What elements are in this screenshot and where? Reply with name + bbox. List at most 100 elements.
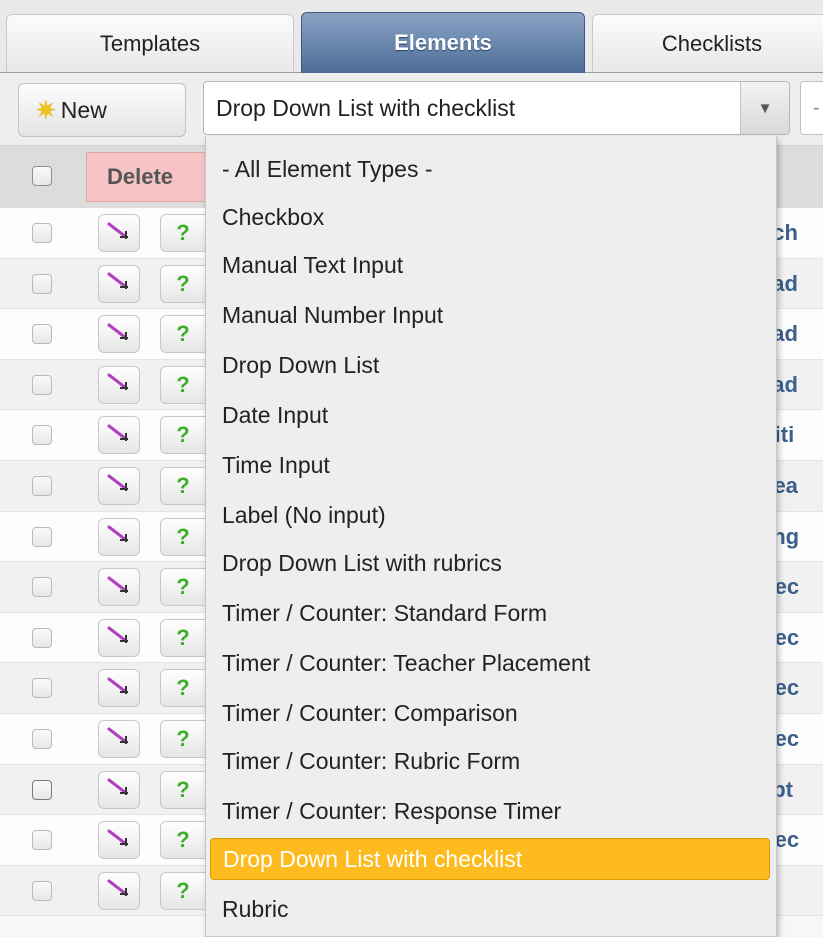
edit-button[interactable]: [98, 517, 140, 556]
star-icon: ✷: [35, 94, 57, 125]
help-button[interactable]: ?: [160, 517, 206, 556]
question-icon: ?: [176, 371, 190, 397]
dropdown-option[interactable]: Date Input: [210, 394, 770, 436]
wand-icon: [106, 775, 132, 804]
question-icon: ?: [176, 270, 190, 296]
wand-icon: [106, 320, 132, 349]
question-icon: ?: [176, 422, 190, 448]
question-icon: ?: [176, 877, 190, 903]
tab-templates[interactable]: Templates: [6, 14, 294, 72]
dropdown-option[interactable]: Rubric: [210, 888, 770, 930]
wand-icon: [106, 623, 132, 652]
dropdown-option[interactable]: Manual Number Input: [210, 294, 770, 336]
wand-icon: [106, 876, 132, 905]
dropdown-option[interactable]: Time Input: [210, 444, 770, 486]
row-checkbox[interactable]: [32, 526, 52, 547]
help-button[interactable]: ?: [160, 365, 206, 404]
row-checkbox[interactable]: [32, 223, 52, 243]
new-button-label: New: [60, 96, 107, 123]
wand-icon: [106, 269, 132, 298]
dropdown-option[interactable]: Checkbox: [210, 196, 770, 238]
help-button[interactable]: ?: [160, 669, 206, 708]
question-icon: ?: [176, 523, 190, 549]
question-icon: ?: [176, 675, 190, 701]
dropdown-option[interactable]: Timer / Counter: Rubric Form: [210, 740, 770, 782]
dropdown-option[interactable]: Drop Down List with rubrics: [210, 542, 770, 584]
dropdown-option[interactable]: Timer / Counter: Response Timer: [210, 790, 770, 832]
help-button[interactable]: ?: [160, 618, 206, 657]
question-icon: ?: [176, 574, 190, 600]
edit-button[interactable]: [98, 466, 140, 505]
dropdown-option[interactable]: Manual Text Input: [210, 244, 770, 286]
edit-button[interactable]: [98, 365, 140, 404]
row-checkbox[interactable]: [32, 728, 52, 749]
dropdown-option[interactable]: Timer / Counter: Comparison: [210, 692, 770, 734]
new-button[interactable]: ✷ New: [18, 83, 186, 137]
help-button[interactable]: ?: [160, 568, 206, 607]
row-checkbox[interactable]: [32, 273, 52, 294]
help-button[interactable]: ?: [160, 871, 206, 910]
row-checkbox[interactable]: [32, 577, 52, 598]
row-checkbox[interactable]: [32, 678, 52, 699]
dropdown-option[interactable]: Drop Down List: [210, 344, 770, 386]
dropdown-option[interactable]: Label (No input): [210, 494, 770, 536]
row-checkbox[interactable]: [32, 324, 52, 345]
wand-icon: [106, 421, 132, 450]
help-button[interactable]: ?: [160, 821, 206, 860]
select-all-checkbox[interactable]: [32, 166, 52, 186]
wand-icon: [106, 826, 132, 855]
question-icon: ?: [176, 472, 190, 498]
question-icon: ?: [176, 725, 190, 751]
edit-button[interactable]: [98, 264, 140, 303]
edit-button[interactable]: [98, 669, 140, 708]
dropdown-option[interactable]: Drop Down List with checklist: [210, 838, 770, 880]
wand-icon: [106, 370, 132, 399]
row-checkbox[interactable]: [32, 425, 52, 446]
edit-button[interactable]: [98, 568, 140, 607]
edit-button[interactable]: [98, 719, 140, 758]
edit-button[interactable]: [98, 618, 140, 657]
element-type-select-value: Drop Down List with checklist: [216, 94, 516, 121]
edit-button[interactable]: [98, 214, 140, 252]
row-checkbox[interactable]: [32, 880, 52, 901]
wand-icon: [106, 471, 132, 500]
edit-button[interactable]: [98, 770, 140, 809]
wand-icon: [106, 674, 132, 703]
edit-button[interactable]: [98, 871, 140, 910]
dropdown-option[interactable]: Timer / Counter: Teacher Placement: [210, 642, 770, 684]
row-checkbox[interactable]: [32, 627, 52, 648]
question-icon: ?: [176, 624, 190, 650]
edit-button[interactable]: [98, 821, 140, 860]
edit-button[interactable]: [98, 416, 140, 455]
element-type-select[interactable]: Drop Down List with checklist ▼: [203, 81, 790, 135]
help-button[interactable]: ?: [160, 416, 206, 455]
row-checkbox[interactable]: [32, 830, 52, 851]
row-checkbox[interactable]: [32, 475, 52, 496]
row-checkbox[interactable]: [32, 779, 52, 800]
element-type-dropdown-list: - All Element Types - Checkbox Manual Text…: [205, 136, 777, 937]
row-checkbox[interactable]: [32, 374, 52, 395]
question-icon: ?: [176, 827, 190, 853]
question-icon: ?: [176, 776, 190, 802]
wand-icon: [106, 573, 132, 602]
secondary-filter-select[interactable]: -: [800, 81, 823, 135]
dropdown-option[interactable]: - All Element Types -: [210, 148, 770, 190]
help-button[interactable]: ?: [160, 770, 206, 809]
tab-bar: Templates Elements Checklists: [0, 0, 823, 73]
wand-icon: [106, 522, 132, 551]
help-button[interactable]: ?: [160, 719, 206, 758]
wand-icon: [106, 219, 132, 248]
help-button[interactable]: ?: [160, 315, 206, 354]
question-icon: ?: [176, 321, 190, 347]
question-icon: ?: [176, 220, 190, 245]
chevron-down-icon[interactable]: ▼: [740, 82, 789, 134]
help-button[interactable]: ?: [160, 214, 206, 252]
dropdown-option[interactable]: Timer / Counter: Standard Form: [210, 592, 770, 634]
edit-button[interactable]: [98, 315, 140, 354]
delete-button[interactable]: Delete: [86, 152, 216, 202]
help-button[interactable]: ?: [160, 466, 206, 505]
tab-elements[interactable]: Elements: [301, 12, 585, 73]
wand-icon: [106, 724, 132, 753]
help-button[interactable]: ?: [160, 264, 206, 303]
tab-checklists[interactable]: Checklists: [592, 14, 823, 72]
